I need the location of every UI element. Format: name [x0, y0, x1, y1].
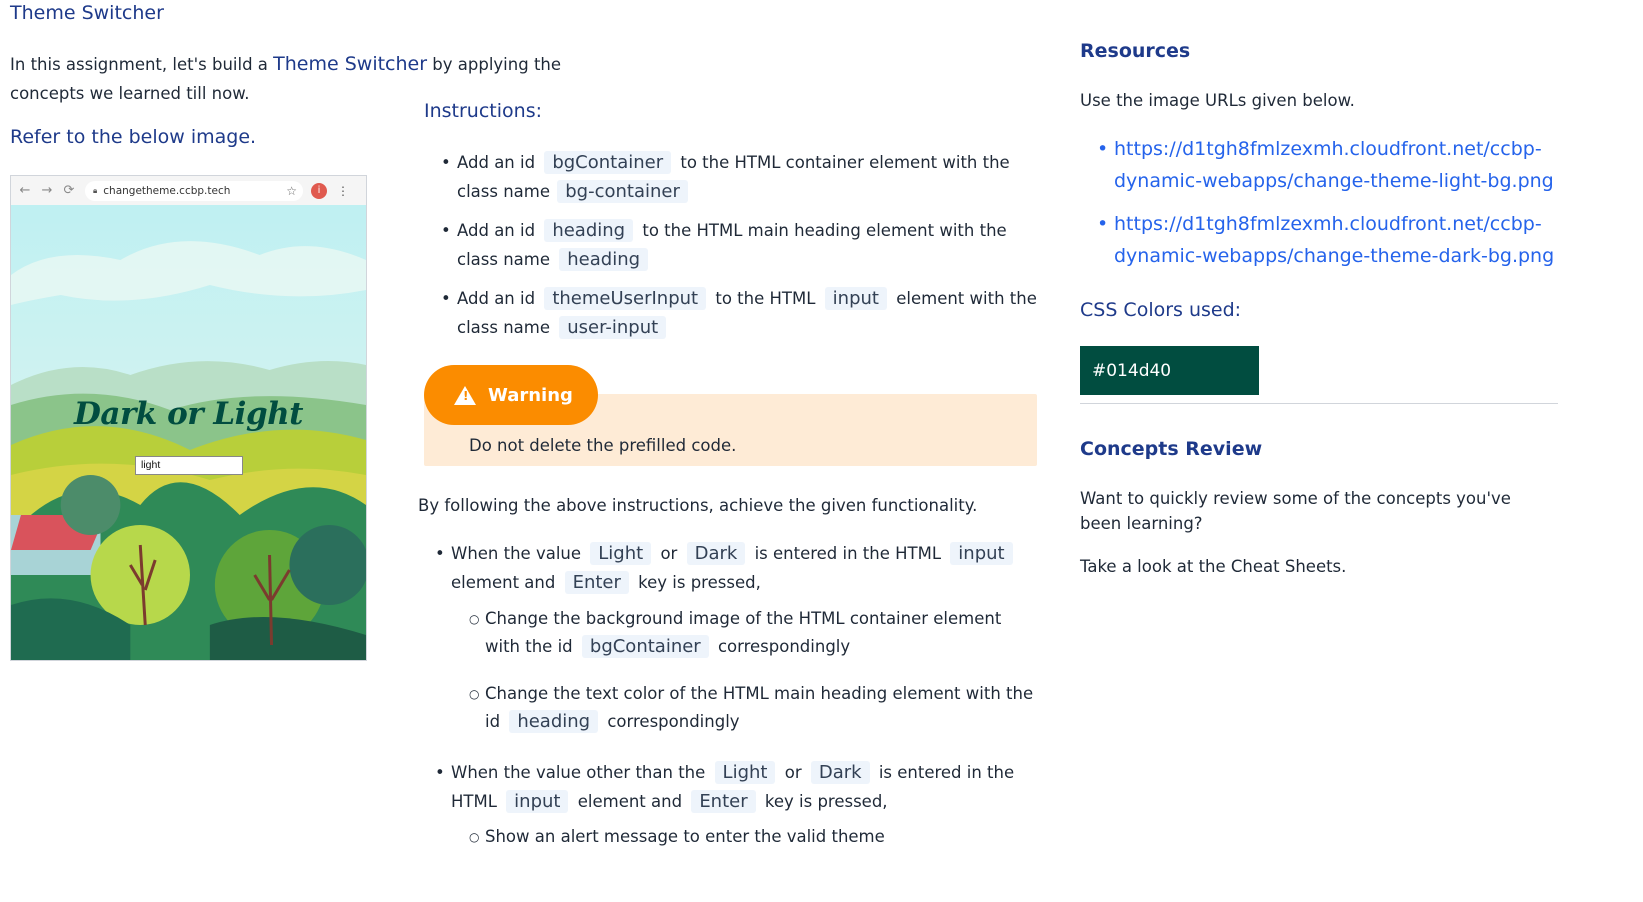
- code-bgContainer: bgContainer: [581, 635, 709, 658]
- code-heading: heading: [509, 710, 599, 733]
- color-swatch: #014d40: [1080, 346, 1259, 395]
- instruction-item: • Add an id bgContainer to the HTML cont…: [441, 151, 1010, 203]
- landscape-illustration: [11, 205, 366, 660]
- functionality-subitem: ○ Change the text color of the HTML main…: [469, 684, 1034, 733]
- code-heading-class: heading: [559, 248, 649, 271]
- code-heading: heading: [544, 219, 634, 242]
- intro-highlight: Theme Switcher: [273, 53, 428, 75]
- mock-url-bar: 🔒︎ changetheme.ccbp.tech ☆: [85, 180, 303, 201]
- instructions-heading: Instructions:: [424, 100, 542, 122]
- functionality-intro: By following the above instructions, ach…: [418, 496, 978, 515]
- cheat-sheets-text: Take a look at the Cheat Sheets.: [1080, 557, 1347, 576]
- concepts-text: Want to quickly review some of the conce…: [1080, 489, 1511, 533]
- code-user-input: user-input: [559, 316, 667, 339]
- functionality-subitem: ○ Show an alert message to enter the val…: [469, 827, 885, 846]
- mock-url-text: changetheme.ccbp.tech: [103, 184, 231, 197]
- resource-link-item: • https://d1tgh8fmlzexmh.cloudfront.net/…: [1097, 138, 1554, 192]
- functionality-item: • When the value other than the Light or…: [435, 761, 1015, 813]
- code-input: input: [824, 287, 887, 310]
- warning-text: Do not delete the prefilled code.: [469, 436, 737, 455]
- warning-label: Warning: [488, 384, 573, 406]
- css-colors-heading: CSS Colors used:: [1080, 299, 1242, 321]
- forward-icon: →: [41, 183, 53, 198]
- code-themeUserInput: themeUserInput: [544, 287, 707, 310]
- mock-browser-bar: ← → ⟳ 🔒︎ changetheme.ccbp.tech ☆ i ⋮: [11, 176, 366, 206]
- refer-heading: Refer to the below image.: [10, 126, 257, 148]
- lock-icon: 🔒︎: [93, 185, 98, 195]
- instruction-item: • Add an id heading to the HTML main hea…: [441, 219, 1007, 271]
- code-Dark: Dark: [686, 542, 746, 565]
- code-bg-container: bg-container: [557, 180, 688, 203]
- mock-heading: Dark or Light: [74, 396, 303, 432]
- code-Enter: Enter: [691, 790, 756, 813]
- reference-screenshot: ← → ⟳ 🔒︎ changetheme.ccbp.tech ☆ i ⋮ Dar…: [10, 175, 367, 661]
- intro-text-before: In this assignment, let's build a: [10, 55, 274, 74]
- more-menu-icon: ⋮: [337, 183, 349, 198]
- code-Enter: Enter: [564, 571, 629, 594]
- page-title: Theme Switcher: [10, 2, 164, 24]
- extension-icon: i: [311, 182, 327, 199]
- resource-link-item: • https://d1tgh8fmlzexmh.cloudfront.net/…: [1097, 213, 1555, 267]
- warning-badge: ! Warning: [424, 365, 598, 425]
- concepts-heading: Concepts Review: [1080, 438, 1263, 460]
- instruction-item: • Add an id themeUserInput to the HTML i…: [441, 287, 1037, 339]
- code-input: input: [950, 542, 1013, 565]
- divider: [1080, 403, 1558, 404]
- resources-heading: Resources: [1080, 40, 1191, 62]
- code-bgContainer: bgContainer: [544, 151, 672, 174]
- code-input: input: [506, 790, 569, 813]
- functionality-item: • When the value Light or Dark is entere…: [435, 539, 1026, 597]
- light-bg-link[interactable]: https://d1tgh8fmlzexmh.cloudfront.net/cc…: [1114, 138, 1554, 192]
- code-Dark: Dark: [810, 761, 870, 784]
- code-Light: Light: [590, 542, 652, 565]
- dark-bg-link[interactable]: https://d1tgh8fmlzexmh.cloudfront.net/cc…: [1114, 213, 1554, 267]
- code-Light: Light: [714, 761, 776, 784]
- back-icon: ←: [19, 183, 31, 198]
- bookmark-star-icon: ☆: [286, 183, 297, 198]
- mock-theme-input: light: [135, 456, 243, 475]
- warning-icon: !: [454, 385, 476, 405]
- reload-icon: ⟳: [63, 183, 75, 198]
- resources-text: Use the image URLs given below.: [1080, 91, 1355, 110]
- functionality-subitem: ○ Change the background image of the HTM…: [469, 609, 1002, 658]
